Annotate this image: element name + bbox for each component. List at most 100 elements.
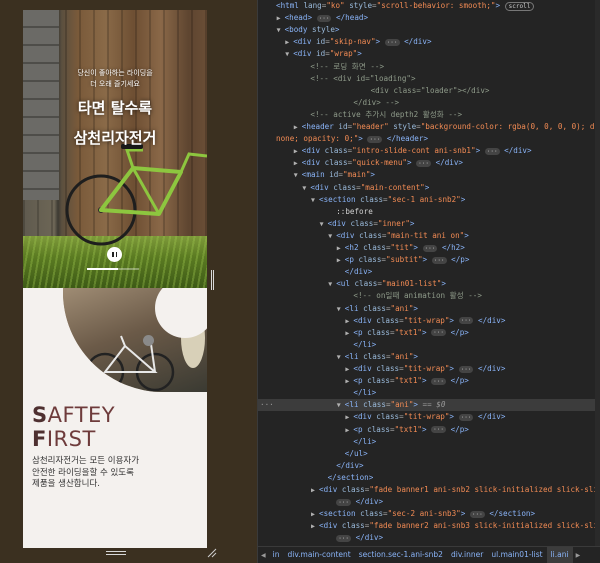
expand-triangle-closed-icon[interactable]: ▶ bbox=[311, 508, 319, 520]
dom-node-markup: <div class="intro-slide-cont ani-snb1"> … bbox=[301, 146, 532, 156]
dom-node-row[interactable]: </div> bbox=[258, 266, 600, 278]
dom-node-row[interactable]: </li> bbox=[258, 436, 600, 448]
dom-node-row[interactable]: <!-- <div id="loading"> bbox=[258, 73, 600, 85]
dom-node-row[interactable]: </ul> bbox=[258, 448, 600, 460]
expand-triangle-closed-icon[interactable]: ▶ bbox=[285, 36, 293, 48]
expand-triangle-open-icon[interactable]: ▼ bbox=[294, 169, 302, 181]
expand-triangle-closed-icon[interactable]: ▶ bbox=[311, 484, 319, 496]
dom-node-row[interactable]: <!-- 로딩 화면 --> bbox=[258, 61, 600, 73]
dom-node-row[interactable]: ▶ <head> ··· </head> bbox=[258, 12, 600, 24]
dom-node-row[interactable]: ▶ <div class="quick-menu"> ··· </div> bbox=[258, 157, 600, 169]
dom-node-row[interactable]: ::before bbox=[258, 206, 600, 218]
hero-subtitle-line1: 당신이 좋아하는 라이딩을 bbox=[77, 69, 153, 77]
expand-triangle-open-icon[interactable]: ▼ bbox=[277, 24, 285, 36]
pause-icon bbox=[112, 252, 114, 257]
safety-title-word1-cap: S bbox=[32, 403, 48, 427]
dom-node-row[interactable]: </li> bbox=[258, 387, 600, 399]
dom-node-row[interactable]: ▶ <p class="subtit"> ··· </p> bbox=[258, 254, 600, 266]
dom-node-row[interactable]: ▶ <header id="header" style="background-c… bbox=[258, 121, 600, 133]
dom-node-row[interactable]: </div> --> bbox=[258, 97, 600, 109]
decorative-dot bbox=[143, 335, 154, 346]
expand-triangle-open-icon[interactable]: ▼ bbox=[320, 218, 328, 230]
dom-node-selected[interactable]: ▼ <li class="ani"> == $0 ··· bbox=[258, 399, 600, 412]
expand-triangle-open-icon[interactable]: ▼ bbox=[337, 303, 345, 315]
dom-node-row[interactable]: ▶ <div class="tit-wrap"> ··· </div> bbox=[258, 411, 600, 423]
dom-node-markup: <section class="sec-1 ani-snb2"> bbox=[319, 194, 466, 204]
mobile-viewport[interactable]: 당신이 좋아하는 라이딩을 더 오래 즐기세요 타면 탈수록 삼천리자전거 SA… bbox=[23, 10, 207, 548]
dom-node-row[interactable]: ▼ <div id="wrap"> bbox=[258, 48, 600, 60]
dom-node-markup: <div class="main-tit ani on"> bbox=[336, 230, 469, 240]
dom-node-row[interactable]: ▼ <section class="sec-1 ani-snb2"> bbox=[258, 194, 600, 206]
dom-node-row[interactable]: ▼ <div class="inner"> bbox=[258, 218, 600, 230]
expand-triangle-closed-icon[interactable]: ▶ bbox=[311, 520, 319, 532]
dom-node-row[interactable]: ▶ <div class="fade banner2 ani-snb3 slick… bbox=[258, 520, 600, 532]
dom-node-markup: </li> bbox=[353, 339, 377, 349]
dom-node-row[interactable]: ▶ <p class="txt1"> ··· </p> bbox=[258, 375, 600, 387]
node-actions-icon[interactable]: ··· bbox=[260, 399, 274, 411]
dom-node-row[interactable]: ··· </div> bbox=[258, 532, 600, 544]
hero-title-line1: 타면 탈수록 bbox=[77, 99, 153, 117]
dom-node-row[interactable]: ▶ <div class="intro-slide-cont ani-snb1">… bbox=[258, 145, 600, 157]
breadcrumb-item[interactable]: in bbox=[269, 547, 284, 563]
expand-triangle-closed-icon[interactable]: ▶ bbox=[294, 145, 302, 157]
breadcrumb-item[interactable]: ul.main01-list bbox=[487, 547, 546, 563]
slide-progress-bar bbox=[87, 268, 139, 270]
dom-node-row[interactable]: ▶ <section class="sec-2 ani-snb3"> ··· </… bbox=[258, 508, 600, 520]
dom-node-row[interactable]: <!-- on일때 animation 활성 --> bbox=[258, 290, 600, 302]
viewport-height-handle[interactable] bbox=[106, 551, 126, 555]
expand-triangle-open-icon[interactable]: ▼ bbox=[311, 194, 319, 206]
dom-node-row[interactable]: ▶ <div class="fade banner1 ani-snb2 slick… bbox=[258, 484, 600, 496]
breadcrumb-scroll-right-icon[interactable]: ▶ bbox=[573, 548, 584, 563]
viewport-width-handle[interactable] bbox=[211, 270, 214, 290]
resize-corner-icon[interactable] bbox=[207, 548, 217, 558]
expand-triangle-open-icon[interactable]: ▼ bbox=[337, 351, 345, 363]
expand-triangle-open-icon[interactable]: ▼ bbox=[328, 230, 336, 242]
expand-triangle-closed-icon[interactable]: ▶ bbox=[277, 12, 285, 24]
dom-node-row[interactable]: ▼ <body style> bbox=[258, 24, 600, 36]
breadcrumb-item[interactable]: div.main-content bbox=[283, 547, 354, 563]
expand-triangle-closed-icon[interactable]: ▶ bbox=[337, 254, 345, 266]
dom-node-markup: <div class="tit-wrap"> ··· </div> bbox=[353, 412, 506, 422]
expand-triangle-closed-icon[interactable]: ▶ bbox=[294, 157, 302, 169]
dom-node-row[interactable]: ··· </div> bbox=[258, 496, 600, 508]
dom-node-row[interactable]: ▶ <p class="txt1"> ··· </p> bbox=[258, 327, 600, 339]
dom-node-row[interactable]: ▶ <div class="tit-wrap"> ··· </div> bbox=[258, 315, 600, 327]
dom-node-markup: </div> --> bbox=[353, 97, 400, 107]
dom-node-markup: <!-- 로딩 화면 --> bbox=[310, 61, 385, 71]
breadcrumb-item[interactable]: li.ani bbox=[546, 547, 573, 563]
vertical-scrollbar[interactable] bbox=[595, 0, 600, 546]
expand-triangle-open-icon[interactable]: ▼ bbox=[337, 399, 345, 411]
dom-node-row[interactable]: none; opacity: 0;"> ··· </header> bbox=[258, 133, 600, 145]
dom-node-markup: ··· </div> bbox=[336, 497, 384, 507]
safety-description: 삼천리자전거는 모든 이용자가 안전한 라이딩을할 수 있도록 제품을 생산합니… bbox=[32, 456, 202, 491]
expand-triangle-open-icon[interactable]: ▼ bbox=[328, 278, 336, 290]
dom-node-row[interactable]: ▶ <div id="skip-nav"> ··· </div> bbox=[258, 36, 600, 48]
breadcrumb-scroll-left-icon[interactable]: ◀ bbox=[258, 548, 269, 563]
dom-node-row[interactable]: ▼ <li class="ani"> bbox=[258, 303, 600, 315]
dom-node-row[interactable]: <div class="loader"></div> bbox=[258, 85, 600, 97]
dom-node-row[interactable]: ▼ <li class="ani"> bbox=[258, 351, 600, 363]
dom-node-row[interactable]: ▼ <main id="main"> bbox=[258, 169, 600, 181]
dom-node-row[interactable]: ▼ <div class="main-content"> bbox=[258, 182, 600, 194]
dom-node-row[interactable]: ▶ <div class="tit-wrap"> ··· </div> bbox=[258, 363, 600, 375]
expand-triangle-open-icon[interactable]: ▼ bbox=[285, 48, 293, 60]
dom-node-row[interactable]: ▶ <h2 class="tit"> ··· </h2> bbox=[258, 242, 600, 254]
slide-pause-button[interactable] bbox=[107, 247, 122, 262]
breadcrumb-item[interactable]: section.sec-1.ani-snb2 bbox=[355, 547, 447, 563]
dom-node-markup: <div class="tit-wrap"> ··· </div> bbox=[353, 364, 506, 373]
dom-node-row[interactable]: ▼ <ul class="main01-list"> bbox=[258, 278, 600, 290]
dom-node-row[interactable]: ▼ <div class="main-tit ani on"> bbox=[258, 230, 600, 242]
safety-title-word2-cap: F bbox=[32, 427, 47, 451]
dom-node-markup: <div id="skip-nav"> ··· </div> bbox=[293, 37, 432, 47]
dom-node-row[interactable]: </div> bbox=[258, 460, 600, 472]
breadcrumb-item[interactable]: div.inner bbox=[447, 547, 487, 563]
dom-tree[interactable]: <html lang="ko" style="scroll-behavior: … bbox=[258, 0, 600, 546]
expand-triangle-closed-icon[interactable]: ▶ bbox=[294, 121, 302, 133]
dom-node-row[interactable]: <!-- active 추가시 depth2 활성화 --> bbox=[258, 109, 600, 121]
dom-node-row[interactable]: ▶ <p class="txt1"> ··· </p> bbox=[258, 424, 600, 436]
expand-triangle-closed-icon[interactable]: ▶ bbox=[337, 242, 345, 254]
dom-node-markup: </li> bbox=[353, 436, 377, 446]
dom-node-row[interactable]: </section> bbox=[258, 472, 600, 484]
dom-node-row[interactable]: </li> bbox=[258, 339, 600, 351]
dom-node-row[interactable]: <html lang="ko" style="scroll-behavior: … bbox=[258, 0, 600, 12]
